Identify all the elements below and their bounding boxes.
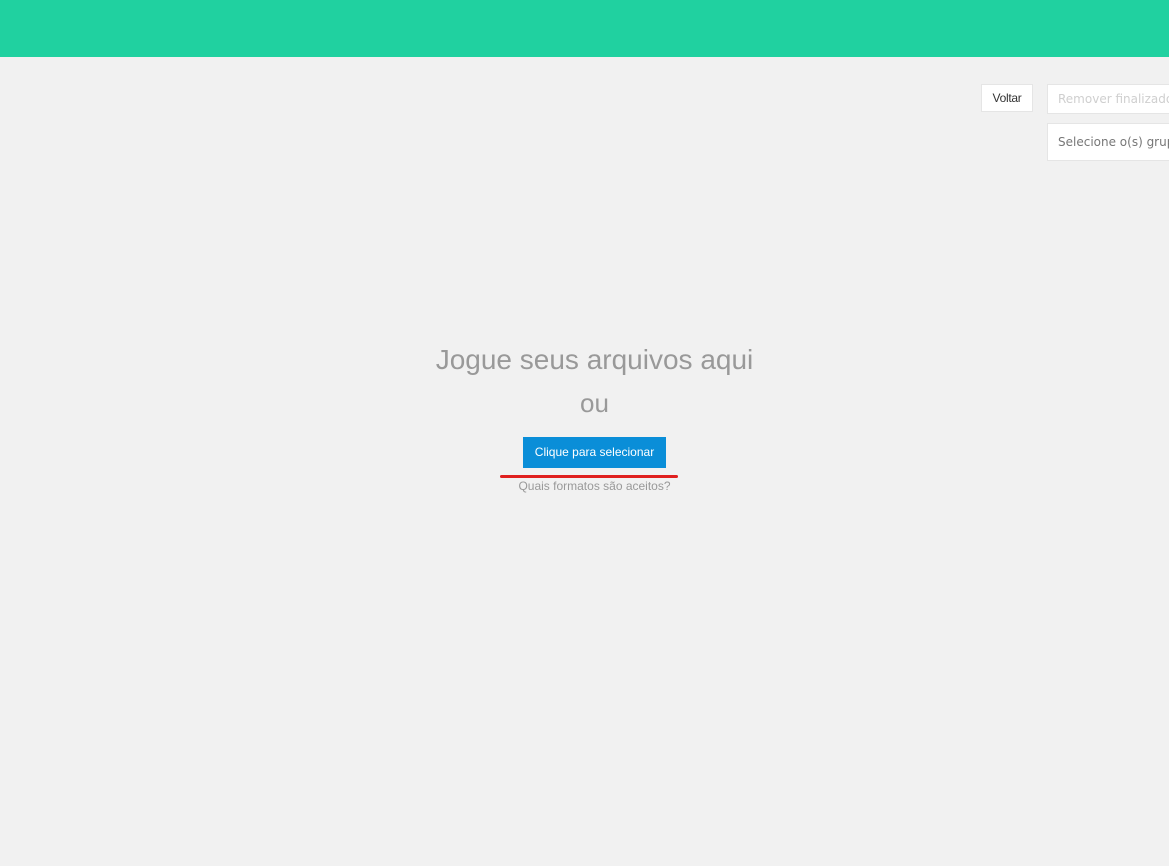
select-files-button[interactable]: Clique para selecionar — [522, 437, 667, 468]
file-dropzone[interactable]: Jogue seus arquivos aqui ou Clique para … — [0, 340, 1169, 493]
dropzone-or-text: ou — [580, 388, 609, 418]
top-navigation-bar — [0, 0, 1169, 57]
accepted-formats-link[interactable]: Quais formatos são aceitos? — [0, 479, 1169, 493]
group-select[interactable]: Selecione o(s) grupos — [1047, 123, 1169, 161]
back-button[interactable]: Voltar — [981, 84, 1033, 112]
red-underline-annotation — [499, 475, 678, 478]
remove-finished-button[interactable]: Remover finalizados — [1047, 84, 1169, 114]
dropzone-heading: Jogue seus arquivos aqui — [435, 344, 754, 375]
